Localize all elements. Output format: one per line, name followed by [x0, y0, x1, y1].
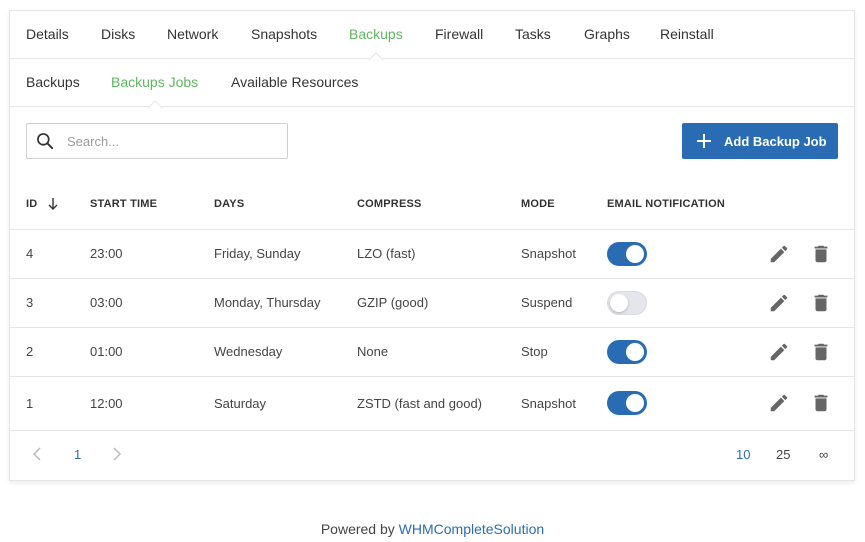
- cell-id: 1: [10, 376, 90, 431]
- pagination: 1 10 25 ∞: [10, 431, 854, 478]
- trash-icon[interactable]: [810, 392, 832, 414]
- footer: Powered by WHMCompleteSolution: [0, 521, 865, 537]
- table-row: 3 03:00 Monday, Thursday GZIP (good) Suspend: [10, 278, 854, 328]
- cell-compress: None: [357, 327, 521, 377]
- cell-email-notification: [607, 278, 761, 328]
- cell-id: 4: [10, 229, 90, 279]
- table-header-row: ID START TIME DAYS COMPRESS MODE EMAIL N…: [10, 179, 854, 230]
- cell-days: Wednesday: [214, 327, 357, 377]
- tab-disks[interactable]: Disks: [101, 11, 135, 59]
- cell-days: Friday, Sunday: [214, 229, 357, 279]
- header-start-time[interactable]: START TIME: [90, 179, 214, 230]
- page-size-all[interactable]: ∞: [819, 447, 828, 462]
- cell-days: Saturday: [214, 376, 357, 431]
- pencil-icon[interactable]: [768, 243, 790, 265]
- tab-details[interactable]: Details: [26, 11, 69, 59]
- cell-compress: GZIP (good): [357, 278, 521, 328]
- backup-jobs-table: ID START TIME DAYS COMPRESS MODE EMAIL N…: [10, 179, 854, 431]
- cell-start-time: 12:00: [90, 376, 214, 431]
- cell-email-notification: [607, 229, 761, 279]
- pencil-icon[interactable]: [768, 341, 790, 363]
- arrow-down-icon: [48, 197, 58, 210]
- footer-link[interactable]: WHMCompleteSolution: [399, 521, 545, 537]
- cell-actions: [761, 376, 854, 431]
- page-number[interactable]: 1: [74, 447, 81, 462]
- table-row: 1 12:00 Saturday ZSTD (fast and good) Snapsh…: [10, 376, 854, 431]
- add-backup-job-button[interactable]: Add Backup Job: [682, 123, 838, 159]
- header-days[interactable]: DAYS: [214, 179, 357, 230]
- cell-start-time: 03:00: [90, 278, 214, 328]
- footer-prefix: Powered by: [320, 521, 399, 537]
- toggle-knob: [626, 342, 644, 361]
- cell-id: 2: [10, 327, 90, 377]
- email-notification-toggle[interactable]: [607, 290, 647, 315]
- cell-start-time: 23:00: [90, 229, 214, 279]
- cell-email-notification: [607, 376, 761, 431]
- pencil-icon[interactable]: [768, 292, 790, 314]
- tab-network[interactable]: Network: [167, 11, 218, 59]
- toggle-knob: [610, 293, 628, 312]
- cell-email-notification: [607, 327, 761, 377]
- trash-icon[interactable]: [810, 341, 832, 363]
- table-row: 4 23:00 Friday, Sunday LZO (fast) Snapshot: [10, 229, 854, 279]
- toolbar: Add Backup Job: [10, 107, 854, 179]
- cell-compress: LZO (fast): [357, 229, 521, 279]
- page-size-25[interactable]: 25: [776, 447, 790, 462]
- table-row: 2 01:00 Wednesday None Stop: [10, 327, 854, 377]
- main-tabs: Details Disks Network Snapshots Backups …: [10, 11, 854, 59]
- page-size-10[interactable]: 10: [736, 447, 750, 462]
- subtab-available-resources[interactable]: Available Resources: [231, 59, 358, 107]
- chevron-left-icon[interactable]: [32, 446, 42, 464]
- trash-icon[interactable]: [810, 292, 832, 314]
- cell-actions: [761, 229, 854, 279]
- tab-snapshots[interactable]: Snapshots: [251, 11, 317, 59]
- chevron-right-icon[interactable]: [112, 446, 122, 464]
- cell-id: 3: [10, 278, 90, 328]
- cell-mode: Suspend: [521, 278, 607, 328]
- subtab-backups-jobs[interactable]: Backups Jobs: [111, 59, 198, 107]
- tab-reinstall[interactable]: Reinstall: [660, 11, 714, 59]
- tab-backups[interactable]: Backups: [349, 11, 403, 59]
- toggle-knob: [626, 244, 644, 263]
- search-input[interactable]: [67, 133, 267, 149]
- search-icon: [37, 133, 54, 150]
- subtab-backups[interactable]: Backups: [26, 59, 80, 107]
- email-notification-toggle[interactable]: [607, 339, 647, 364]
- toggle-knob: [626, 394, 644, 412]
- email-notification-toggle[interactable]: [607, 241, 647, 266]
- tab-tasks[interactable]: Tasks: [515, 11, 551, 59]
- search-box[interactable]: [26, 123, 288, 159]
- cell-actions: [761, 278, 854, 328]
- backup-jobs-card: Details Disks Network Snapshots Backups …: [9, 10, 855, 481]
- sub-tabs: Backups Backups Jobs Available Resources: [10, 59, 854, 107]
- cell-mode: Snapshot: [521, 229, 607, 279]
- cell-mode: Stop: [521, 327, 607, 377]
- pencil-icon[interactable]: [768, 392, 790, 414]
- cell-mode: Snapshot: [521, 376, 607, 431]
- cell-days: Monday, Thursday: [214, 278, 357, 328]
- add-backup-job-label: Add Backup Job: [724, 133, 827, 149]
- plus-icon: [697, 134, 711, 148]
- header-id[interactable]: ID: [10, 179, 90, 230]
- header-actions: [761, 179, 854, 230]
- tab-graphs[interactable]: Graphs: [584, 11, 630, 59]
- cell-compress: ZSTD (fast and good): [357, 376, 521, 431]
- trash-icon[interactable]: [810, 243, 832, 265]
- email-notification-toggle[interactable]: [607, 391, 647, 415]
- cell-actions: [761, 327, 854, 377]
- tab-firewall[interactable]: Firewall: [435, 11, 483, 59]
- header-email-notification[interactable]: EMAIL NOTIFICATION: [607, 179, 761, 230]
- header-mode[interactable]: MODE: [521, 179, 607, 230]
- cell-start-time: 01:00: [90, 327, 214, 377]
- header-compress[interactable]: COMPRESS: [357, 179, 521, 230]
